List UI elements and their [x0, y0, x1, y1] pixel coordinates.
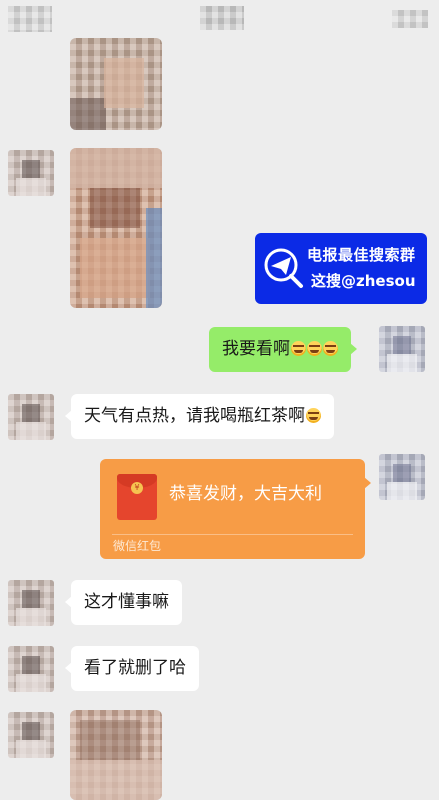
- telegram-search-icon: [264, 248, 303, 288]
- image-message[interactable]: [70, 38, 162, 130]
- message-text: 这才懂事嘛: [84, 592, 169, 612]
- received-message-bubble[interactable]: 天气有点热，请我喝瓶红茶啊: [65, 394, 334, 439]
- laughing-emoji-icon: [306, 408, 321, 423]
- red-packet-label: 微信红包: [113, 539, 162, 553]
- crying-emoji-icon: [307, 341, 322, 356]
- back-button[interactable]: [8, 6, 52, 32]
- message-text: 我要看啊: [222, 339, 290, 359]
- ad-title: 电报最佳搜索群: [307, 246, 416, 264]
- contact-avatar[interactable]: [8, 394, 54, 440]
- chat-title: [200, 6, 244, 30]
- more-button[interactable]: [392, 10, 428, 28]
- ad-handle: 这搜@zhesou: [311, 272, 416, 290]
- crying-emoji-icon: [323, 341, 338, 356]
- sent-message-bubble[interactable]: 我要看啊: [209, 327, 357, 372]
- contact-avatar[interactable]: [8, 712, 54, 758]
- divider: [112, 534, 353, 535]
- my-avatar[interactable]: [379, 326, 425, 372]
- message-text: 看了就删了哈: [84, 658, 186, 678]
- red-packet-title: 恭喜发财，大吉大利: [169, 484, 322, 504]
- contact-avatar[interactable]: [8, 150, 54, 196]
- image-message[interactable]: [70, 148, 162, 308]
- received-message-bubble[interactable]: 这才懂事嘛: [65, 580, 182, 625]
- contact-avatar[interactable]: [8, 580, 54, 626]
- contact-avatar[interactable]: [8, 646, 54, 692]
- my-avatar[interactable]: [379, 454, 425, 500]
- top-bar: [0, 0, 439, 36]
- ad-banner[interactable]: 电报最佳搜索群 这搜@zhesou: [255, 233, 427, 304]
- coin-icon: ¥: [131, 482, 143, 494]
- red-packet-message[interactable]: ¥ 恭喜发财，大吉大利 微信红包: [100, 459, 371, 559]
- image-message[interactable]: [70, 710, 162, 800]
- crying-emoji-icon: [291, 341, 306, 356]
- message-text: 天气有点热，请我喝瓶红茶啊: [84, 406, 305, 426]
- received-message-bubble[interactable]: 看了就删了哈: [65, 646, 199, 691]
- red-envelope-icon: ¥: [117, 474, 157, 520]
